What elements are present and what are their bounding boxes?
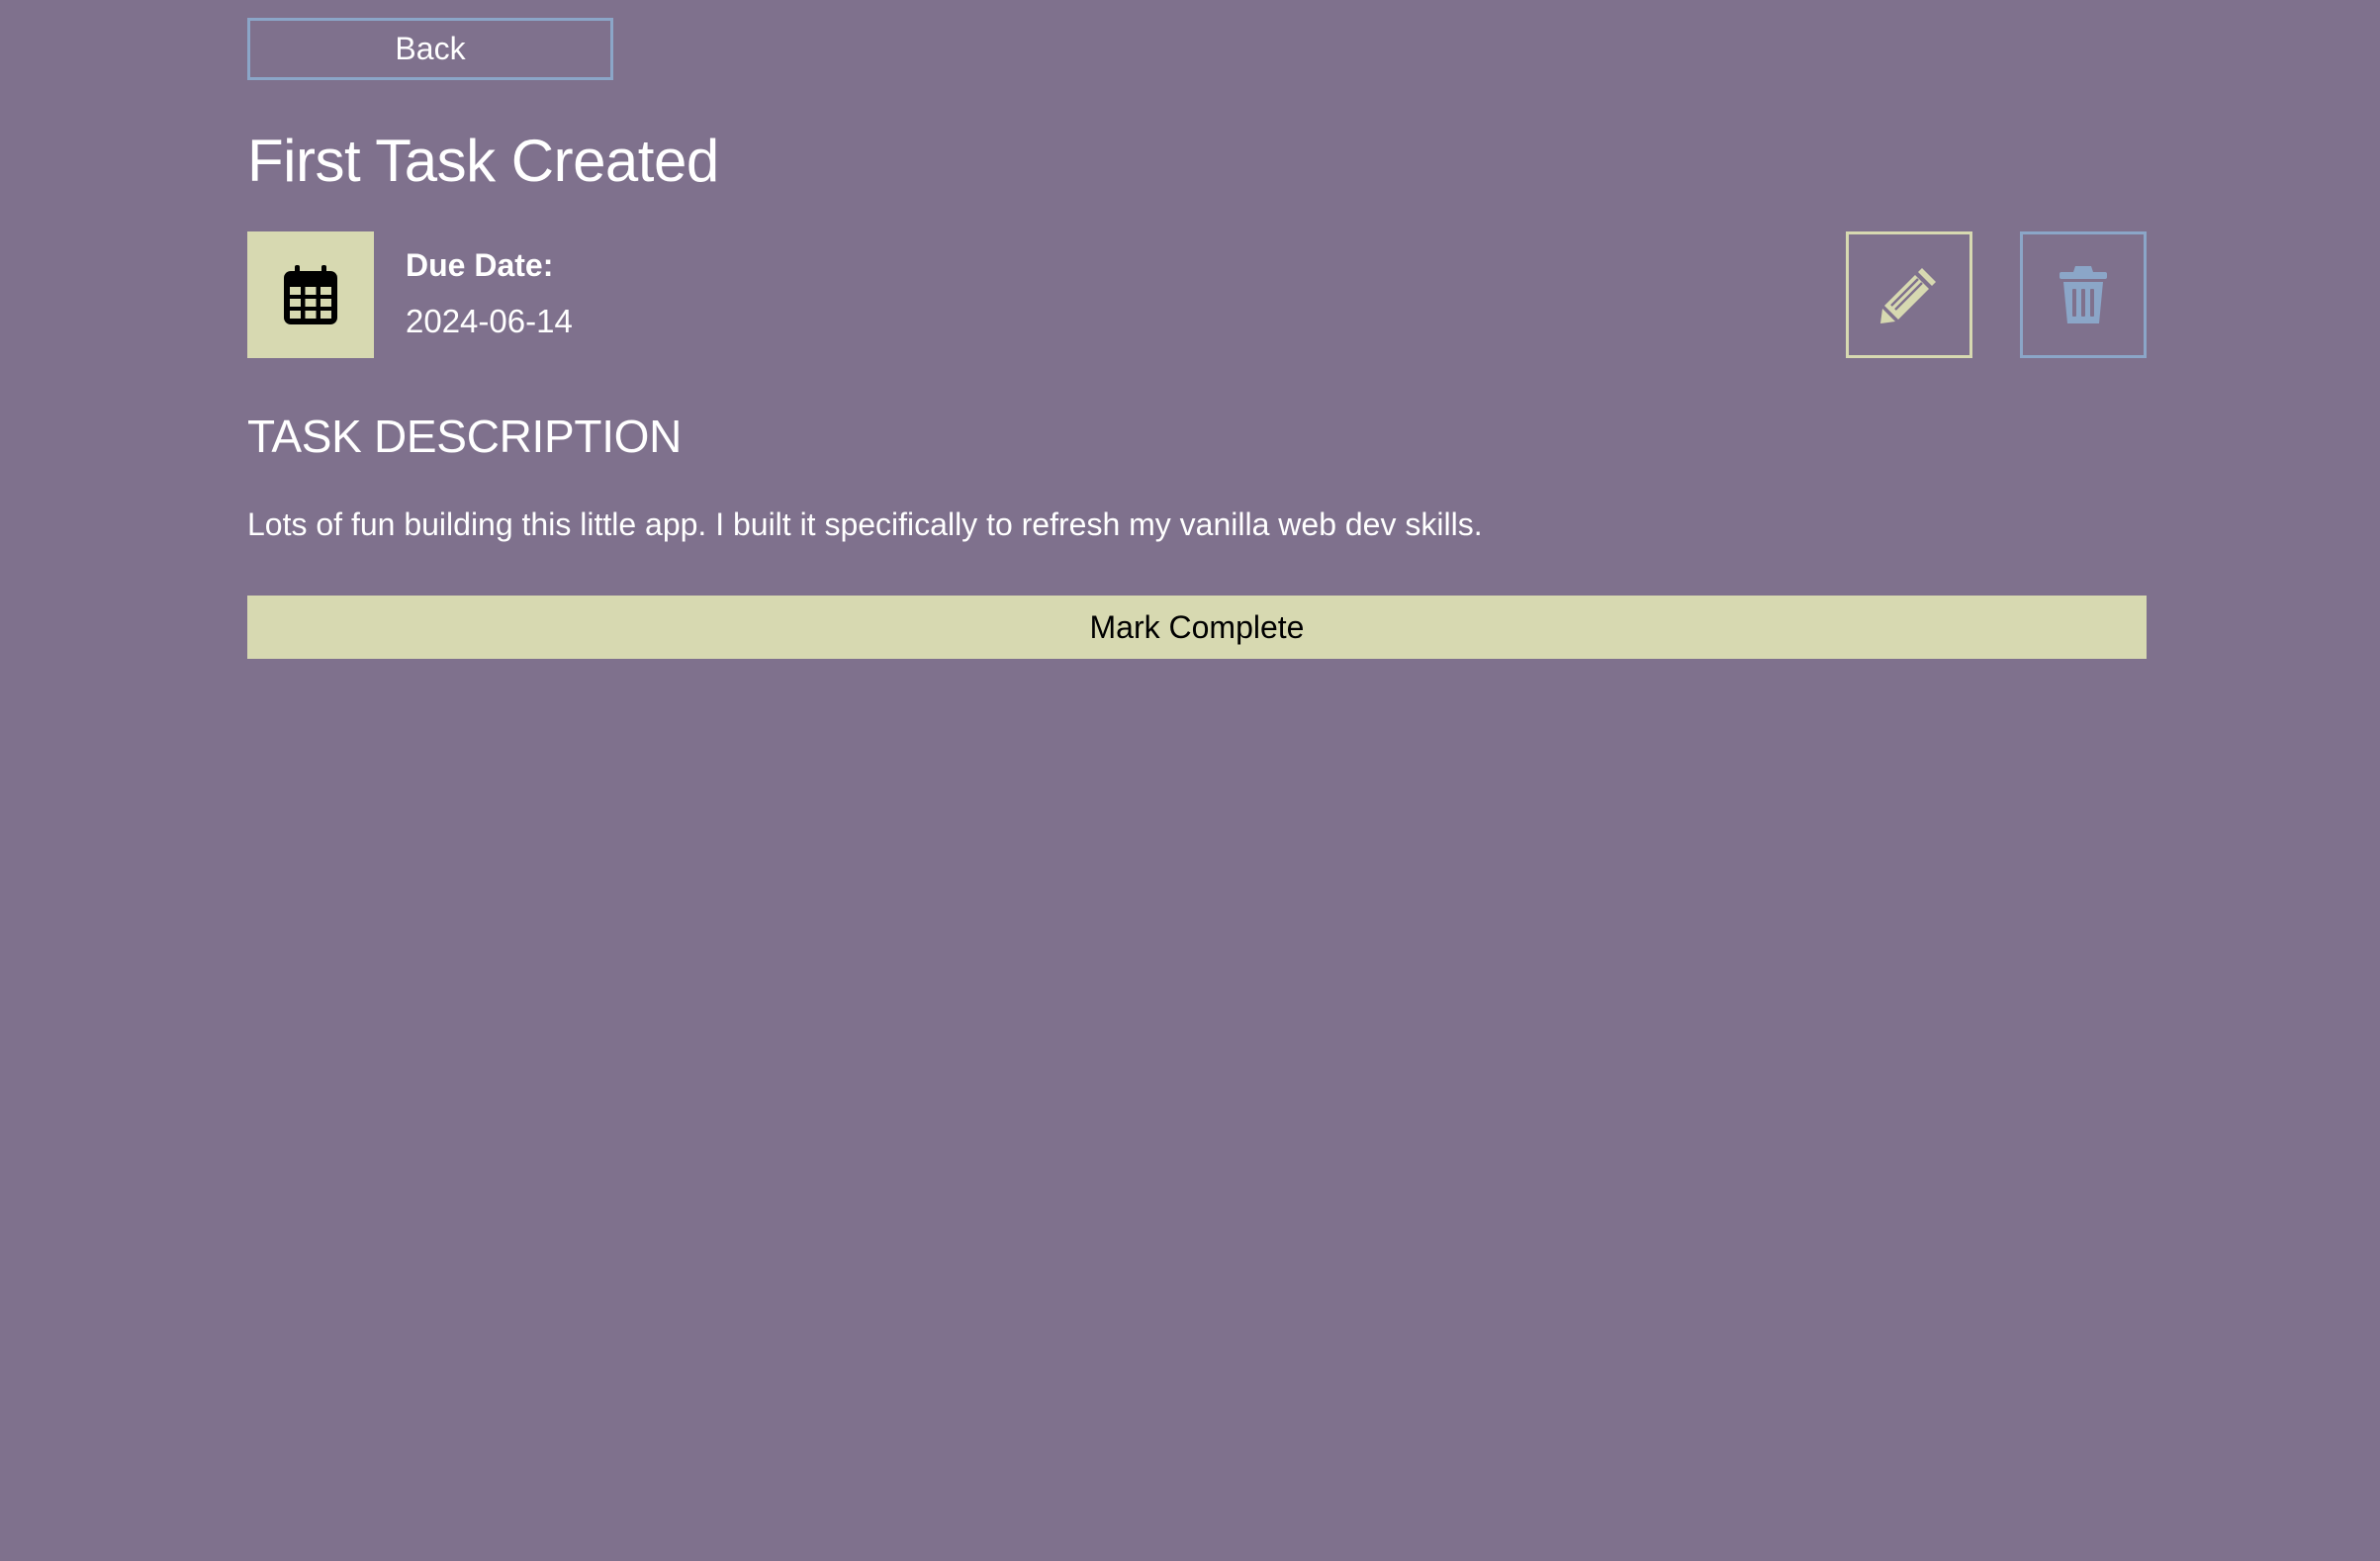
mark-complete-button[interactable]: Mark Complete — [247, 596, 2147, 659]
trash-icon — [2058, 264, 2109, 325]
task-description-heading: TASK DESCRIPTION — [247, 411, 683, 462]
edit-button[interactable] — [1846, 231, 1972, 358]
delete-button[interactable] — [2020, 231, 2147, 358]
pencil-icon — [1878, 264, 1940, 325]
due-date-label: Due Date: — [406, 247, 554, 283]
task-description-text: Lots of fun building this little app. I … — [247, 506, 1483, 542]
calendar-badge — [247, 231, 374, 358]
due-date-value: 2024-06-14 — [406, 303, 573, 339]
page-title: First Task Created — [247, 128, 719, 194]
back-button[interactable]: Back — [247, 18, 613, 80]
due-date-row: Due Date: 2024-06-14 — [247, 231, 2147, 358]
calendar-icon — [284, 265, 337, 324]
